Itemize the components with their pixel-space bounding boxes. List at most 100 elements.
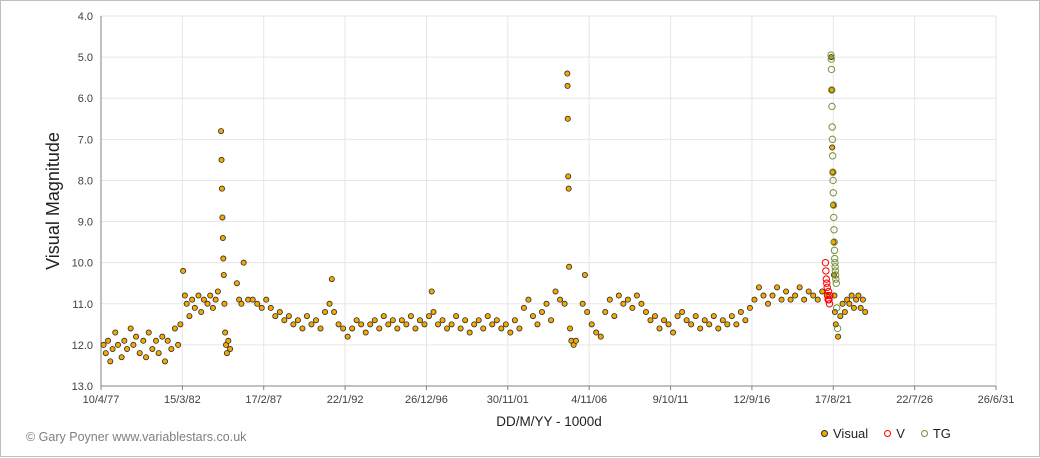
data-point-visual	[602, 308, 609, 315]
x-tick-label: 10/4/77	[83, 394, 120, 406]
data-point-visual	[593, 329, 600, 336]
data-point-visual	[642, 308, 649, 315]
legend-label: Visual	[833, 426, 869, 441]
data-point-visual	[520, 304, 527, 311]
data-point-visual	[362, 329, 369, 336]
y-tick-label: 7.0	[78, 134, 93, 146]
data-point-visual	[755, 284, 762, 291]
data-point-visual	[145, 329, 152, 336]
data-point-visual	[349, 325, 356, 332]
data-point-visual	[507, 329, 514, 336]
data-point-visual	[191, 304, 198, 311]
data-point-visual	[629, 304, 636, 311]
data-point-visual	[238, 300, 245, 307]
data-point-visual	[855, 292, 862, 299]
data-point-visual	[581, 271, 588, 278]
data-point-visual	[220, 271, 227, 278]
x-tick-label: 17/8/21	[815, 394, 852, 406]
data-point-visual	[765, 300, 772, 307]
legend-marker-icon	[920, 430, 928, 437]
data-point-visual	[227, 345, 234, 352]
data-point-visual	[737, 308, 744, 315]
x-tick-label: 30/11/01	[487, 394, 529, 406]
y-tick-label: 11.0	[72, 299, 93, 311]
data-point-visual	[344, 333, 351, 340]
data-point-visual	[742, 317, 749, 324]
data-point-visual	[733, 321, 740, 328]
data-point-tg	[828, 123, 836, 131]
data-point-visual	[597, 333, 604, 340]
data-point-visual	[140, 337, 147, 344]
data-point-visual	[162, 358, 169, 365]
data-point-visual	[728, 313, 735, 320]
data-point-visual	[127, 325, 134, 332]
data-point-visual	[335, 321, 342, 328]
x-tick-label: 22/7/26	[896, 394, 933, 406]
legend-label: V	[896, 426, 905, 441]
data-point-visual	[425, 313, 432, 320]
data-point-visual	[152, 337, 159, 344]
data-point-visual	[719, 317, 726, 324]
data-point-visual	[835, 333, 842, 340]
data-point-visual	[787, 296, 794, 303]
data-point-visual	[656, 325, 663, 332]
x-tick-label: 15/3/82	[164, 394, 201, 406]
data-point-visual	[340, 325, 347, 332]
data-point-visual	[430, 308, 437, 315]
data-point-visual	[233, 280, 240, 287]
y-tick-label: 6.0	[78, 93, 93, 105]
data-point-visual	[710, 313, 717, 320]
data-point-visual	[175, 341, 182, 348]
data-point-visual	[837, 313, 844, 320]
data-point-visual	[543, 300, 550, 307]
data-point-visual	[218, 156, 225, 163]
data-point-visual	[100, 341, 107, 348]
data-point-visual	[272, 313, 279, 320]
data-point-visual	[584, 308, 591, 315]
data-point-v	[822, 267, 830, 275]
data-point-visual	[462, 317, 469, 324]
y-tick-label: 5.0	[78, 52, 93, 64]
data-point-visual	[484, 313, 491, 320]
data-point-visual	[620, 300, 627, 307]
legend-marker-icon	[821, 430, 828, 437]
data-point-visual	[112, 329, 119, 336]
data-point-visual	[819, 288, 826, 295]
data-point-visual	[688, 321, 695, 328]
data-point-visual	[416, 317, 423, 324]
data-point-visual	[263, 296, 270, 303]
data-point-visual	[665, 321, 672, 328]
data-point-visual	[692, 313, 699, 320]
data-point-visual	[525, 296, 532, 303]
data-point-visual	[697, 325, 704, 332]
data-point-visual	[249, 296, 256, 303]
data-point-visual	[846, 300, 853, 307]
data-point-visual	[130, 341, 137, 348]
data-point-visual	[751, 296, 758, 303]
data-point-visual	[857, 304, 864, 311]
data-point-visual	[538, 308, 545, 315]
data-point-visual	[303, 313, 310, 320]
x-tick-label: 9/10/11	[653, 394, 689, 406]
data-point-visual	[489, 321, 496, 328]
data-point-visual	[207, 292, 214, 299]
data-point-visual	[829, 144, 836, 151]
legend-entry-visual: Visual	[821, 426, 868, 441]
data-point-visual	[204, 300, 211, 307]
data-point-visual	[679, 308, 686, 315]
legend: Visual V TG	[821, 426, 951, 441]
data-point-visual	[219, 234, 226, 241]
data-point-visual	[299, 325, 306, 332]
data-point-visual	[294, 317, 301, 324]
data-point-visual	[412, 325, 419, 332]
data-point-visual	[471, 321, 478, 328]
data-point-visual	[760, 292, 767, 299]
data-point-visual	[133, 333, 140, 340]
data-point-visual	[466, 329, 473, 336]
data-point-tg	[828, 102, 836, 111]
data-point-visual	[674, 313, 681, 320]
data-point-visual	[565, 173, 572, 180]
data-point-visual	[121, 337, 128, 344]
chart-frame: 4.0 5.0 6.0 7.0 8.0 9.0 10.0 11.0 12.0 13.0 10/4/7…	[0, 0, 1040, 457]
data-point-visual	[114, 341, 121, 348]
